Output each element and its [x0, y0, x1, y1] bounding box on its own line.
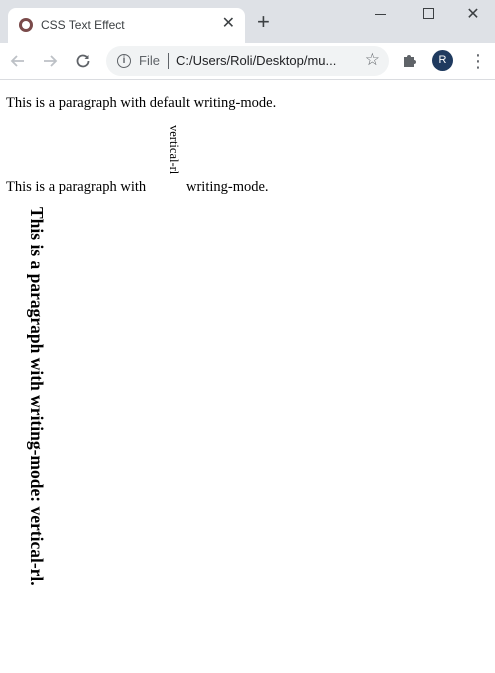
back-button[interactable]	[6, 49, 30, 73]
reload-icon	[76, 54, 90, 68]
info-icon[interactable]: i	[117, 54, 131, 68]
kebab-menu-icon[interactable]: ⋮	[469, 49, 487, 73]
maximize-icon	[423, 8, 434, 19]
forward-arrow-icon	[44, 55, 58, 67]
back-arrow-icon	[10, 55, 24, 67]
paragraph-text-before: This is a paragraph with	[6, 179, 147, 195]
vertical-inline-text: vertical-rl	[167, 125, 181, 175]
url-text[interactable]: C:/Users/Roli/Desktop/mu...	[176, 53, 352, 68]
minimize-button[interactable]	[366, 4, 406, 28]
paragraph-default: This is a paragraph with default writing…	[6, 95, 277, 111]
star-icon[interactable]: ☆	[365, 50, 380, 70]
vertical-paragraph: This is a paragraph with writing-mode: v…	[27, 207, 47, 586]
window-close-button[interactable]: ✕	[453, 4, 493, 28]
paragraph-text-after: writing-mode.	[186, 179, 269, 195]
browser-toolbar: i File C:/Users/Roli/Desktop/mu... ☆ R ⋮	[0, 43, 495, 80]
new-tab-button[interactable]: +	[257, 11, 270, 33]
extensions-puzzle-icon[interactable]	[402, 52, 418, 68]
browser-tab[interactable]: CSS Text Effect ✕	[8, 8, 245, 43]
tab-title: CSS Text Effect	[41, 18, 125, 32]
page-content: This is a paragraph with default writing…	[0, 80, 495, 673]
minimize-icon	[375, 14, 386, 15]
forward-button[interactable]	[38, 49, 62, 73]
tab-close-button[interactable]: ✕	[222, 15, 235, 33]
reload-button[interactable]	[71, 49, 95, 73]
tab-strip: CSS Text Effect ✕ + ✕	[0, 0, 495, 43]
site-favicon-icon	[19, 18, 33, 32]
address-bar[interactable]: i File C:/Users/Roli/Desktop/mu... ☆	[106, 46, 389, 76]
scheme-label: File	[139, 53, 160, 68]
address-divider	[168, 53, 169, 69]
profile-avatar[interactable]: R	[432, 50, 453, 71]
puzzle-shape	[404, 55, 416, 67]
